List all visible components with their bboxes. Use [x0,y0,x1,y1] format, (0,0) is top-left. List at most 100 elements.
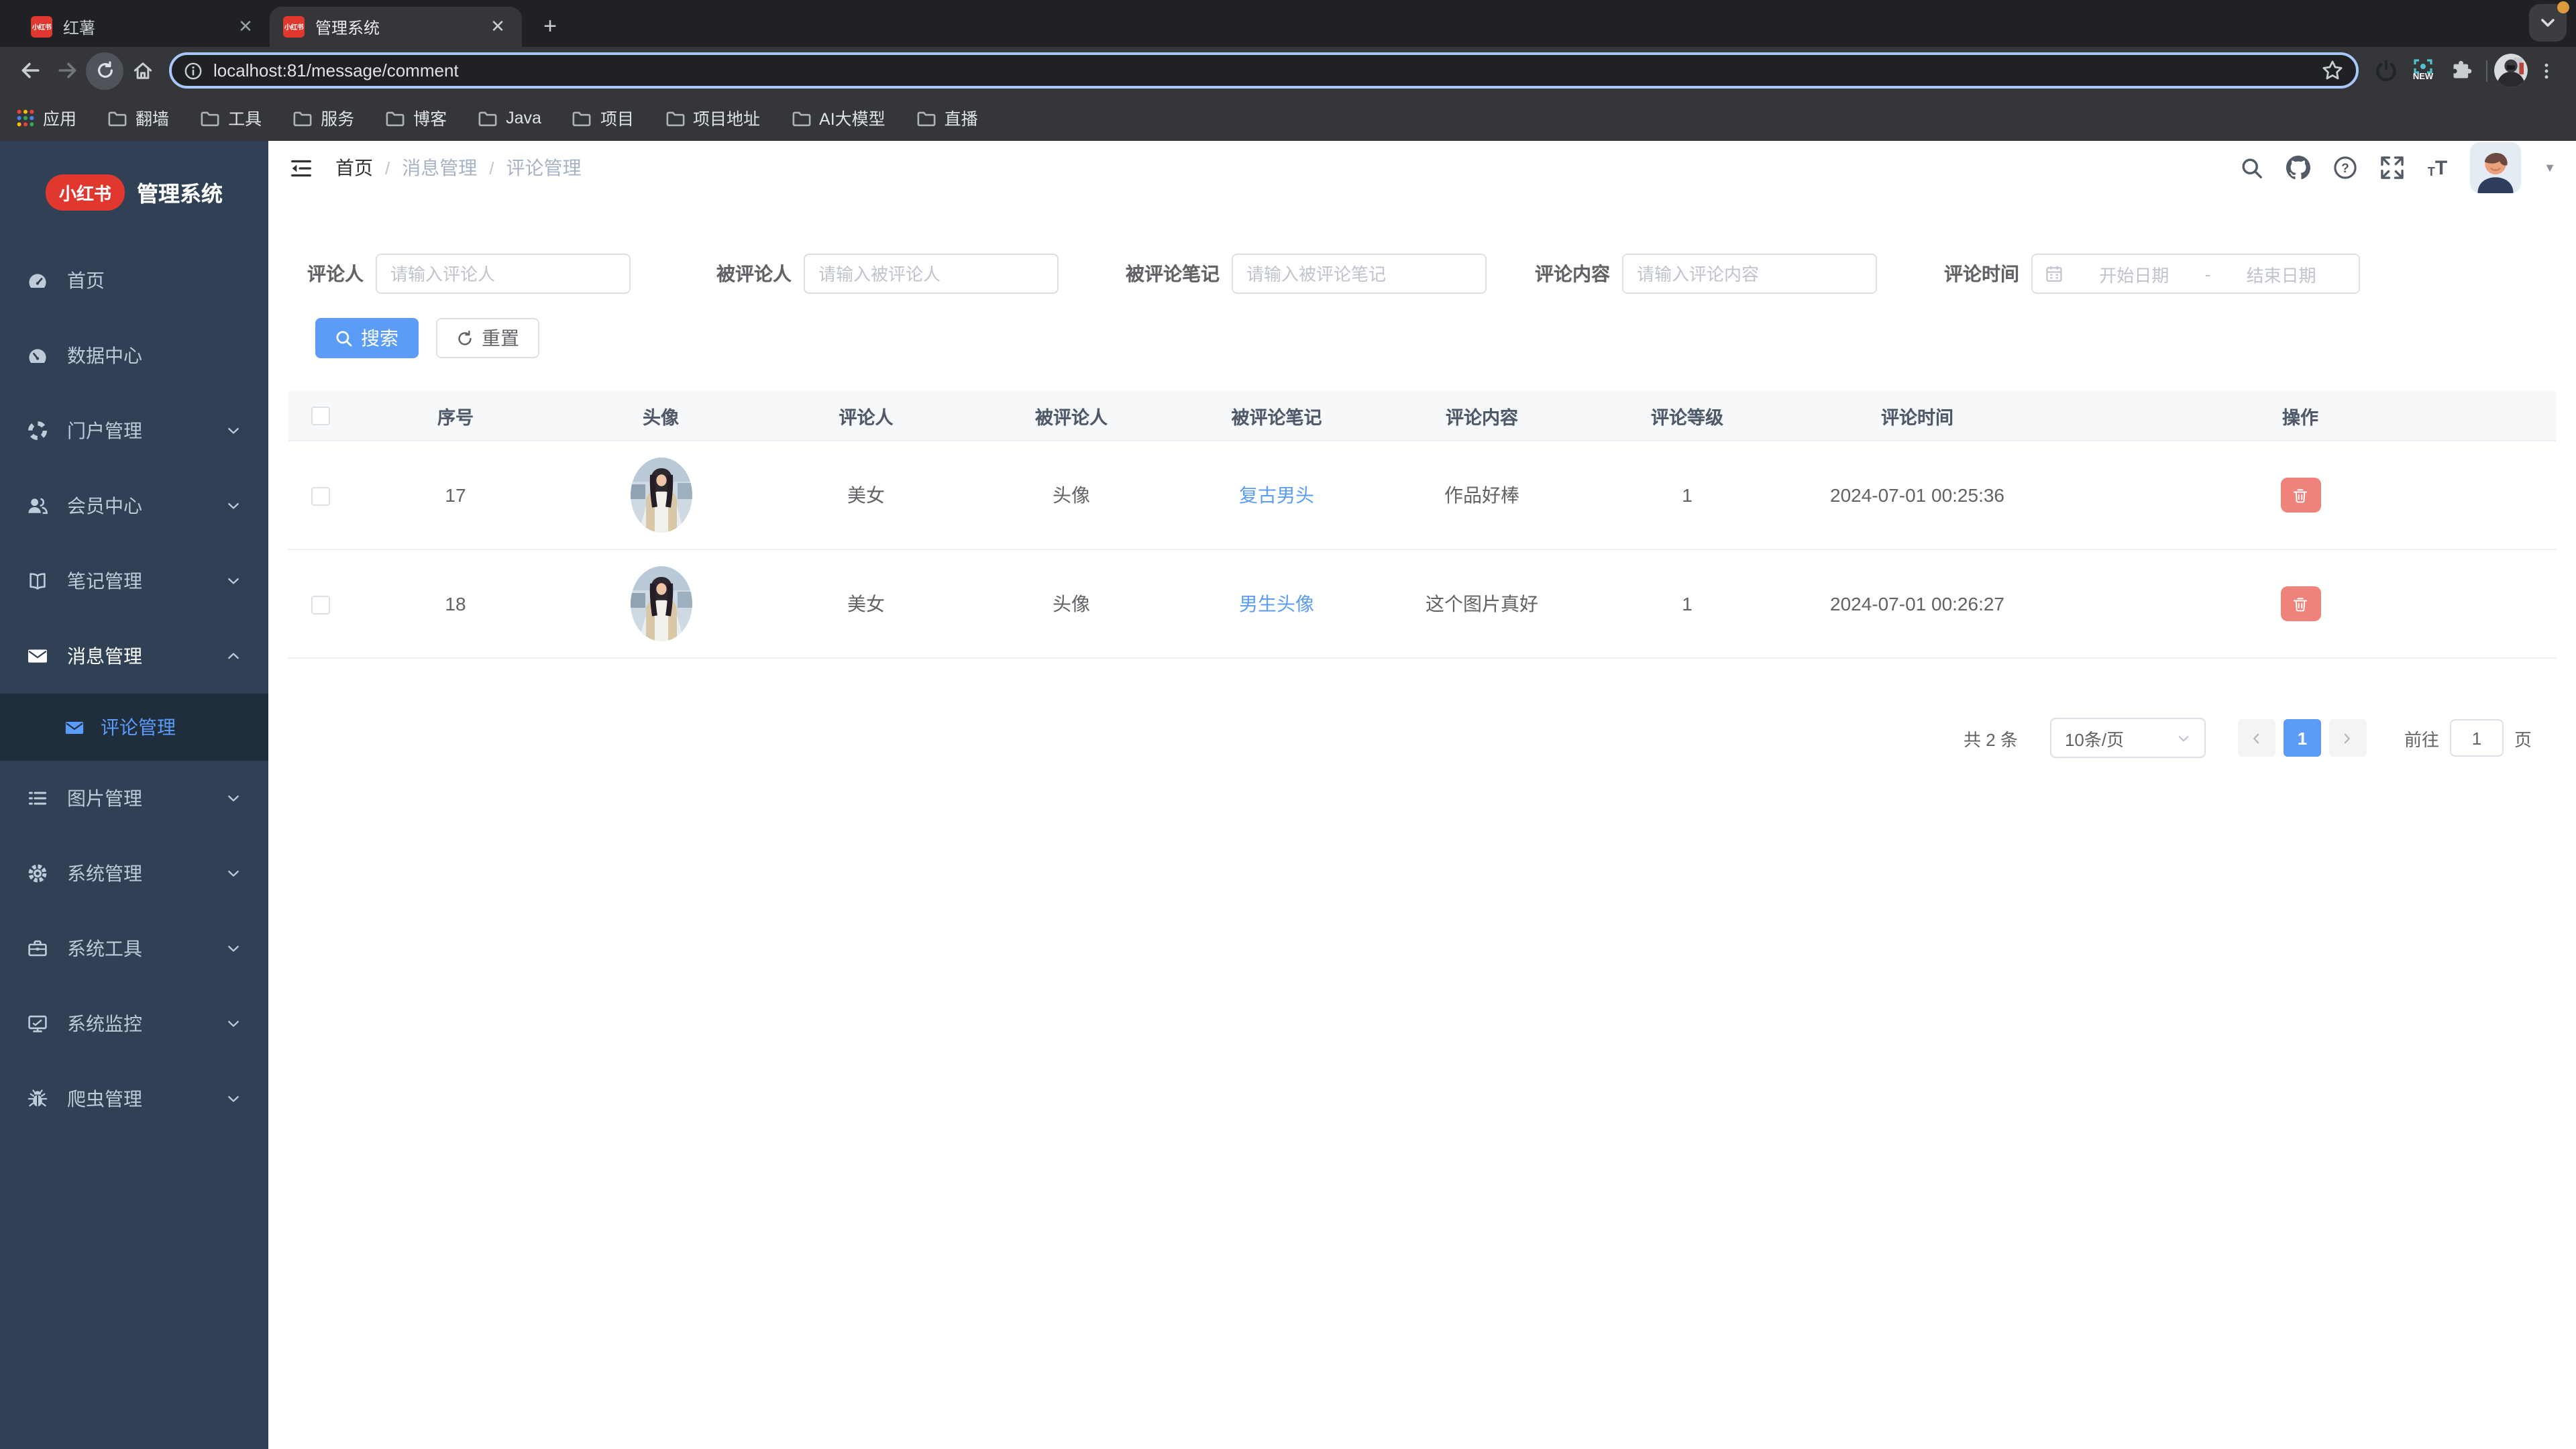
table-row: 17 美女 头像 复古男头 作品好棒 1 2024-07-01 00:25:36 [288,441,2556,550]
commenter-avatar-photo[interactable] [630,458,692,533]
reload-button[interactable] [86,52,123,89]
new-badge: NEW [2412,72,2434,82]
sidebar-collapse-button[interactable] [288,155,314,180]
browser-menu-button[interactable] [2528,52,2565,89]
bookmark-folder-boke[interactable]: 博客 [385,105,447,130]
chevron-down-icon [225,423,241,439]
cell-note-link[interactable]: 男生头像 [1174,590,1379,617]
bookmark-folder-zhibo[interactable]: 直播 [916,105,978,130]
column-header-time: 评论时间 [1881,407,1953,427]
commenter-input[interactable] [376,254,631,294]
tab-hongshu[interactable]: 小红书 红薯 ✕ [17,7,270,47]
search-button[interactable]: 搜索 [315,318,419,358]
browser-toolbar: localhost:81/message/comment NEW [0,47,2576,94]
sidebar-item-notes[interactable]: 笔记管理 [0,543,268,619]
select-all-checkbox[interactable] [311,407,330,426]
start-date-placeholder[interactable]: 开始日期 [2069,261,2200,286]
filter-commented: 被评论人 [716,254,1059,294]
sidebar-item-home[interactable]: 首页 [0,243,268,318]
chevron-down-icon [225,790,241,806]
breadcrumb-message-management: 消息管理 [402,157,478,178]
date-separator: - [2204,264,2211,284]
note-input[interactable] [1232,254,1487,294]
folder-icon [201,111,219,126]
sidebar-item-crawler[interactable]: 爬虫管理 [0,1061,268,1136]
close-tab-icon[interactable]: ✕ [235,16,256,38]
sidebar-item-images[interactable]: 图片管理 [0,761,268,836]
bookmark-folder-xiangmu[interactable]: 项目 [572,105,634,130]
sidebar-item-label: 消息管理 [67,645,142,667]
row-checkbox[interactable] [311,487,330,506]
bookmark-folder-java[interactable]: Java [478,108,541,127]
page-info-icon[interactable] [184,61,203,80]
sidebar-item-data-center[interactable]: 数据中心 [0,318,268,393]
commenter-avatar-photo[interactable] [630,566,692,641]
column-header-note: 被评论笔记 [1231,407,1322,427]
extensions-button[interactable] [2442,52,2479,89]
apps-grid-icon [17,109,34,126]
chevron-down-icon [225,1016,241,1032]
new-tab-button[interactable]: + [533,9,568,44]
power-extension-button[interactable] [2367,52,2404,89]
sidebar-item-system-monitor[interactable]: 系统监控 [0,986,268,1061]
avatar-caret-icon[interactable]: ▼ [2544,161,2556,174]
browser-profile-avatar[interactable] [2494,54,2528,87]
sidebar-subitem-comment-management-active[interactable]: 评论管理 [0,694,268,761]
bookmark-star-icon[interactable] [2321,59,2344,82]
bookmark-apps[interactable]: 应用 [16,105,76,130]
bookmark-folder-gongju[interactable]: 工具 [200,105,262,130]
sidebar-item-members[interactable]: 会员中心 [0,468,268,543]
tab-search-button[interactable] [2529,1,2569,42]
forward-button[interactable] [48,52,86,89]
bookmark-folder-xiangmudizhi[interactable]: 项目地址 [665,105,760,130]
folder-icon [478,111,497,126]
delete-button[interactable] [2280,586,2320,621]
breadcrumb-home[interactable]: 首页 [335,154,373,181]
screenshot-extension-button[interactable]: NEW [2404,59,2442,82]
cell-commenter: 美女 [847,593,885,614]
column-header-avatar: 头像 [643,407,679,427]
bookmark-folder-fuwu[interactable]: 服务 [292,105,354,130]
folder-icon [293,111,312,126]
delete-button[interactable] [2280,478,2320,513]
bookmark-folder-ai-damoxing[interactable]: AI大模型 [791,105,885,130]
font-size-button[interactable]: TT [2428,158,2447,178]
sidebar-item-label: 爬虫管理 [67,1088,142,1110]
commented-input[interactable] [804,254,1059,294]
dashboard-icon [27,270,48,291]
user-avatar[interactable] [2470,142,2522,193]
cell-commented: 头像 [1053,484,1090,506]
sidebar-item-system-management[interactable]: 系统管理 [0,836,268,911]
breadcrumb-separator: / [385,158,390,178]
bookmark-label: Java [506,108,541,127]
github-link-button[interactable] [2286,156,2311,180]
profile-photo [2494,54,2528,87]
home-button[interactable] [123,52,161,89]
back-button[interactable] [11,52,48,89]
goto-page-input[interactable] [2449,719,2504,757]
sidebar-item-messages[interactable]: 消息管理 [0,619,268,694]
close-tab-icon[interactable]: ✕ [487,16,508,38]
end-date-placeholder[interactable]: 结束日期 [2216,261,2347,286]
sidebar-item-label: 笔记管理 [67,570,142,592]
reset-button[interactable]: 重置 [436,318,539,358]
next-page-button[interactable] [2328,719,2367,757]
tab-admin-system[interactable]: 小红书 管理系统 ✕ [270,7,522,47]
sidebar-item-label: 会员中心 [67,495,142,517]
address-bar[interactable]: localhost:81/message/comment [169,52,2359,89]
help-button[interactable]: ? [2334,156,2358,180]
sidebar-item-portal[interactable]: 门户管理 [0,393,268,468]
filter-label: 被评论人 [716,263,792,284]
cell-avatar [558,566,763,641]
fullscreen-button[interactable] [2381,156,2405,180]
cell-note-link[interactable]: 复古男头 [1174,482,1379,508]
content-input[interactable] [1622,254,1877,294]
row-checkbox[interactable] [311,596,330,615]
sidebar-item-system-tools[interactable]: 系统工具 [0,911,268,986]
prev-page-button[interactable] [2237,719,2275,757]
header-search-button[interactable] [2241,156,2264,179]
bookmark-folder-fanqiang[interactable]: 翻墙 [107,105,169,130]
date-range-picker[interactable]: 开始日期 - 结束日期 [2031,254,2360,294]
page-number-active[interactable]: 1 [2283,719,2321,757]
page-size-select[interactable]: 10条/页 [2049,718,2206,758]
